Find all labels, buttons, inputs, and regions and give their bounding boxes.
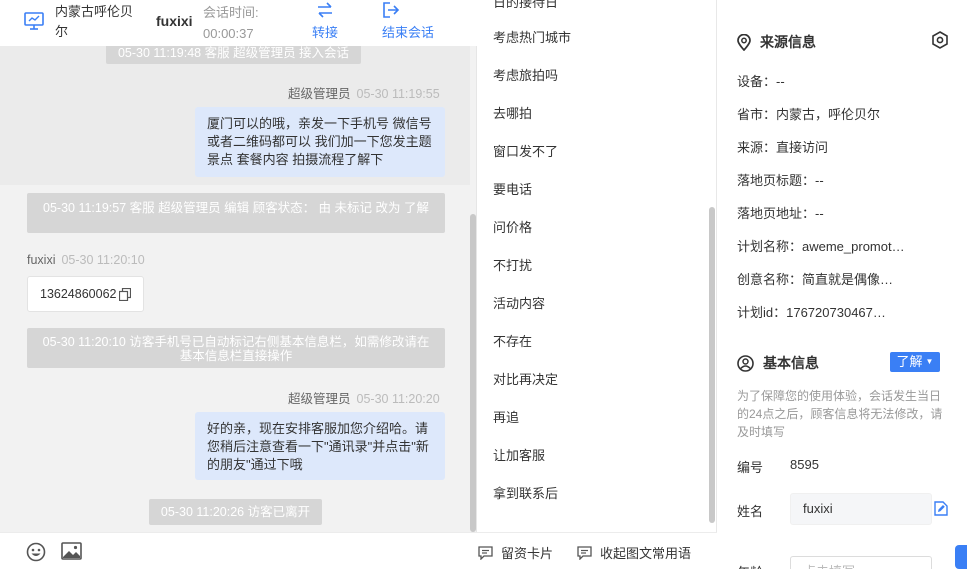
id-label: 编号 <box>737 460 764 475</box>
quick-reply-scrollbar[interactable] <box>709 207 715 523</box>
transfer-button[interactable]: 转接 <box>312 2 338 41</box>
source-info-title: 来源信息 <box>737 32 816 52</box>
quick-reply-item[interactable]: 活动内容 <box>493 293 545 312</box>
agent-message-bubble: 好的亲，现在安排客服加您介绍哈。请您稍后注意查看一下"通讯录"并点击"新的朋友"… <box>195 412 445 480</box>
quick-reply-item[interactable]: 要电话 <box>493 179 532 198</box>
age-field[interactable]: 点击填写 <box>790 556 932 569</box>
agent-sender-line: 超级管理员 05-30 11:19:55 <box>288 83 440 102</box>
user-circle-icon <box>737 354 754 372</box>
basic-info-label: 基本信息 <box>763 355 819 371</box>
quick-reply-panel: 日的接待日 考虑热门城市 考虑旅拍吗 去哪拍 窗口发不了 要电话 问价格 不打扰… <box>477 0 717 569</box>
age-label: 年龄 <box>737 562 763 569</box>
landing-title-info: 落地页标题：-- <box>737 173 824 188</box>
collapse-phrases-button[interactable]: 收起图文常用语 <box>577 543 691 562</box>
message-list: 05-30 11:19:48 客服 超级管理员 接入会话 超级管理员 05-30 … <box>0 46 470 532</box>
landing-url-info: 落地页地址：-- <box>737 206 824 221</box>
chat-panel: 内蒙古呼伦贝尔 fuxixi 会话时间: 00:00:37 转接 结束会话 05… <box>0 0 477 569</box>
quick-reply-item[interactable]: 拿到联系后 <box>493 483 558 502</box>
quick-reply-item[interactable]: 去哪拍 <box>493 103 532 122</box>
basic-info-title: 基本信息 <box>737 353 819 373</box>
source-channel-info: 来源：直接访问 <box>737 140 829 155</box>
copy-icon[interactable] <box>119 288 131 301</box>
quick-reply-footer: 留资卡片 收起图文常用语 <box>477 532 717 569</box>
emoji-icon[interactable] <box>26 542 46 562</box>
quick-reply-item[interactable]: 考虑热门城市 <box>493 27 571 46</box>
visitor-location: 内蒙古呼伦贝尔 <box>55 4 134 39</box>
transfer-icon <box>318 2 332 18</box>
creative-name-info: 创意名称：简直就是偶像… <box>737 272 894 287</box>
target-icon[interactable] <box>931 31 949 49</box>
customer-status-dropdown[interactable]: 了解 ▼ <box>890 352 940 372</box>
message-icon <box>577 545 592 560</box>
end-session-label: 结束会话 <box>382 25 435 40</box>
chat-toolbar <box>0 532 477 569</box>
visitor-name: fuxixi <box>156 13 193 29</box>
id-value: 8595 <box>790 457 819 472</box>
floating-side-button[interactable] <box>955 545 967 569</box>
agent-name: 超级管理员 <box>288 87 351 101</box>
lead-card-label: 留资卡片 <box>501 546 554 561</box>
message-timestamp: 05-30 11:20:10 <box>61 253 145 267</box>
quick-reply-item[interactable]: 问价格 <box>493 217 532 236</box>
message-timestamp: 05-30 11:19:55 <box>356 87 440 101</box>
quick-reply-item[interactable]: 不打扰 <box>493 255 532 274</box>
visitor-sender-name: fuxixi <box>27 253 56 267</box>
system-note-edit: 05-30 11:19:57 客服 超级管理员 编辑 顾客状态： 由 未标记 改… <box>27 193 445 233</box>
quick-reply-item[interactable]: 窗口发不了 <box>493 141 558 160</box>
source-info-label: 来源信息 <box>760 34 816 50</box>
system-note-phone: 05-30 11:20:10 访客手机号已自动标记右侧基本信息栏，如需修改请在基… <box>27 328 445 368</box>
session-time-label: 会话时间: <box>203 5 259 20</box>
message-timestamp: 05-30 11:20:20 <box>356 392 440 406</box>
system-note-left: 05-30 11:20:26 访客已离开 <box>149 499 322 525</box>
chat-header: 内蒙古呼伦贝尔 fuxixi 会话时间: 00:00:37 转接 结束会话 <box>0 0 477 46</box>
caret-down-icon: ▼ <box>925 357 934 366</box>
location-pin-icon <box>737 33 751 51</box>
lead-card-button[interactable]: 留资卡片 <box>478 543 553 562</box>
session-time-value: 00:00:37 <box>203 26 254 41</box>
quick-reply-item[interactable]: 日的接待日 <box>493 0 558 11</box>
quick-reply-item[interactable]: 让加客服 <box>493 445 545 464</box>
chat-scrollbar[interactable] <box>470 214 476 532</box>
end-session-button[interactable]: 结束会话 <box>382 2 434 41</box>
plan-name-info: 计划名称：aweme_promot… <box>737 239 905 254</box>
monitor-icon <box>24 12 44 30</box>
card-icon <box>478 545 493 560</box>
quick-reply-item[interactable]: 不存在 <box>493 331 532 350</box>
customer-info-panel: 来源信息 设备：-- 省市：内蒙古，呼伦贝尔 来源：直接访问 落地页标题：-- … <box>717 0 967 569</box>
visitor-phone-message[interactable]: 13624860062 <box>27 276 144 312</box>
name-label: 姓名 <box>737 504 764 519</box>
agent-message-bubble: 厦门可以的哦，亲发一下手机号 微信号或者二维码都可以 我们加一下您发主题景点 套… <box>195 107 445 177</box>
agent-name: 超级管理员 <box>288 392 351 406</box>
visitor-sender-line: fuxixi 05-30 11:20:10 <box>27 253 145 267</box>
quick-reply-item[interactable]: 对比再决定 <box>493 369 558 388</box>
exit-icon <box>383 2 400 18</box>
quick-reply-item[interactable]: 考虑旅拍吗 <box>493 65 558 84</box>
edit-hint: 为了保障您的使用体验，会话发生当日的24点之后，顾客信息将无法修改，请及时填写 <box>737 389 943 439</box>
image-icon[interactable] <box>61 542 82 560</box>
customer-status-label: 了解 <box>896 354 923 369</box>
province-info: 省市：内蒙古，呼伦贝尔 <box>737 107 881 122</box>
collapse-phrases-label: 收起图文常用语 <box>600 546 692 561</box>
visitor-phone-number: 13624860062 <box>40 287 117 301</box>
name-field[interactable]: fuxixi <box>790 493 932 525</box>
quick-reply-item[interactable]: 再追 <box>493 407 519 426</box>
system-note-join: 05-30 11:19:48 客服 超级管理员 接入会话 <box>106 46 361 64</box>
transfer-label: 转接 <box>312 25 339 40</box>
agent-sender-line: 超级管理员 05-30 11:20:20 <box>288 388 440 407</box>
device-info: 设备：-- <box>737 74 785 89</box>
plan-id-info: 计划id：176720730467… <box>737 305 886 320</box>
edit-icon[interactable] <box>934 501 948 516</box>
